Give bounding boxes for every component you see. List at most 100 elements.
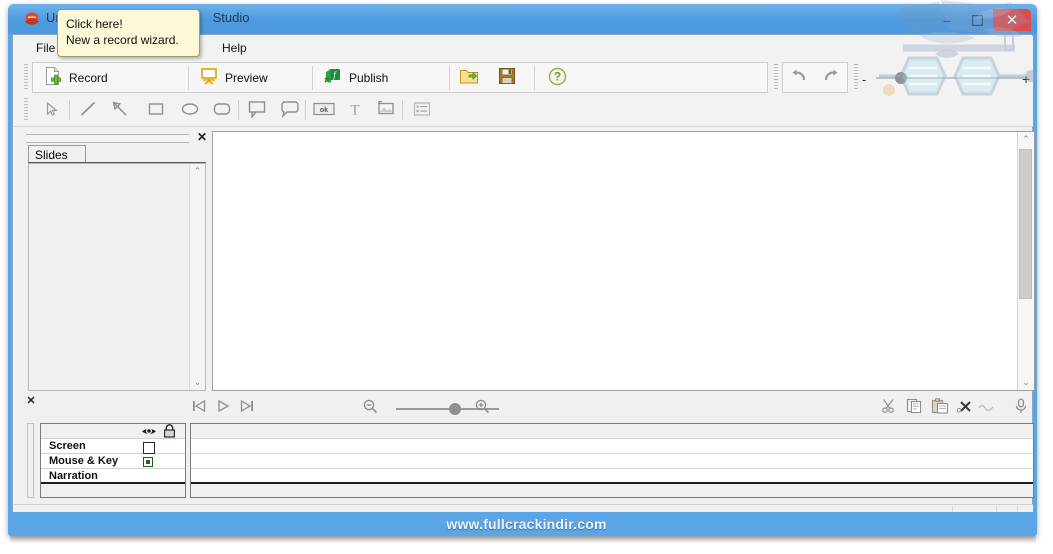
history-group-grip[interactable] [774,64,778,90]
go-to-start-button[interactable] [189,397,209,417]
redo-button[interactable] [815,63,847,92]
timeline-zoom-in-button[interactable] [472,397,492,417]
toolbar-group-history [782,62,848,93]
minimize-icon: – [943,12,951,28]
help-button[interactable]: ? [535,63,579,92]
tool-palette-grip[interactable] [24,98,28,122]
cut-button[interactable] [879,397,899,417]
tooltip-line-1: Click here! [66,17,123,31]
slides-panel-close-button[interactable]: ✕ [196,131,208,143]
zoom-plus-label[interactable]: + [1022,71,1030,87]
record-button[interactable]: Record [33,63,188,92]
text-tool[interactable]: T [343,98,367,122]
timeline-track-narration[interactable]: Narration [41,469,185,484]
slide-canvas[interactable]: ⌃ ⌄ [212,131,1035,391]
timeline-panel: ✕ Screen Mouse & Key Narration [24,395,1034,502]
zoom-out-icon [362,398,378,417]
timeline-close-button[interactable]: ✕ [25,395,37,407]
timeline-lane-narration[interactable] [191,469,1033,484]
timeline-track-screen[interactable]: Screen [41,439,185,454]
tooltip-line-2: New a record wizard. [66,33,179,47]
line-icon [79,100,97,121]
rounded-rect-tool[interactable] [210,98,234,122]
arrow-tool[interactable] [108,98,132,122]
timeline-drag-handle[interactable] [27,423,34,498]
skip-forward-icon [239,399,255,416]
record-audio-button[interactable] [1011,397,1031,417]
list-icon [412,101,432,120]
zoom-minus-label[interactable]: - [862,72,866,87]
slides-panel-drag-handle[interactable] [26,134,189,143]
desktop-background: Un Studio – ✕ File Help Record Preview f… [0,0,1053,554]
slides-tab-label: Slides [35,148,68,162]
slides-scroll-down-button[interactable]: ⌄ [190,375,205,390]
minimize-button[interactable]: – [933,10,961,30]
button-tool[interactable]: ok [312,98,336,122]
save-button[interactable] [488,63,526,92]
record-page-plus-icon [43,66,63,89]
slides-list[interactable]: ⌃ ⌄ [28,163,206,391]
window-title-suffix: Studio [212,10,250,25]
svg-text:T: T [350,102,359,117]
menu-item-help-label: Help [222,41,247,55]
copy-button[interactable] [904,397,926,417]
tool-separator [69,100,70,120]
svg-text:ok: ok [320,107,328,114]
slides-tab[interactable]: Slides [28,145,86,163]
canvas-scroll-thumb[interactable] [1019,149,1032,299]
timeline-track-mousekey-checkbox[interactable] [143,456,153,467]
trim-button[interactable] [976,397,996,417]
canvas-scroll-up-button[interactable]: ⌃ [1018,132,1034,147]
timeline-track-screen-checkbox[interactable] [143,441,155,454]
rectangle-tool[interactable] [144,98,168,122]
ellipse-tool[interactable] [178,98,202,122]
list-tool[interactable] [410,98,434,122]
copy-icon [906,398,925,417]
callout-left-tool[interactable] [245,98,269,122]
zoom-slider-thumb[interactable] [895,72,907,84]
timeline-track-mousekey[interactable]: Mouse & Key [41,454,185,469]
text-t-icon: T [347,101,363,120]
timeline-toolbar [38,395,1034,421]
line-tool[interactable] [76,98,100,122]
easel-preview-icon [199,66,219,89]
open-button[interactable] [450,63,488,92]
toolbar-grip[interactable] [24,64,28,90]
image-tool[interactable] [374,98,398,122]
timeline-lane-screen[interactable] [191,439,1033,454]
paste-button[interactable] [929,397,951,417]
timeline-grid[interactable] [190,423,1034,498]
callout-round-tool[interactable] [277,98,301,122]
go-to-end-button[interactable] [237,397,257,417]
pointer-tool[interactable] [40,98,64,122]
zoom-group-grip[interactable] [854,64,858,90]
menu-item-help[interactable]: Help [214,40,255,57]
close-icon: ✕ [1005,11,1019,29]
timeline-zoom-out-button[interactable] [360,397,380,417]
window-drop-shadow [10,536,1036,544]
slides-scroll-up-button[interactable]: ⌃ [190,164,205,179]
trim-icon [977,399,995,416]
publish-flash-icon: f [323,66,343,89]
canvas-scroll-down-button[interactable]: ⌄ [1018,375,1034,390]
help-question-icon: ? [548,67,567,89]
timeline-ruler[interactable] [191,424,1033,439]
timeline-zoom-thumb[interactable] [449,403,461,415]
menu-item-file-label: File [36,41,56,55]
undo-button[interactable] [783,63,815,92]
canvas-scrollbar[interactable]: ⌃ ⌄ [1017,132,1034,390]
rectangle-icon [147,101,165,120]
preview-button[interactable]: Preview [189,63,312,92]
slides-scrollbar[interactable]: ⌃ ⌄ [189,164,205,390]
timeline-lane-mousekey[interactable] [191,454,1033,469]
close-button[interactable]: ✕ [993,9,1031,31]
maximize-button[interactable] [963,10,991,30]
timeline-track-header [41,424,185,439]
tool-separator [402,100,403,120]
slides-panel: ✕ Slides ⌃ ⌄ [24,131,210,391]
publish-button[interactable]: f Publish [313,63,439,92]
application-window: Un Studio – ✕ File Help Record Preview f… [8,4,1037,536]
eye-icon[interactable] [141,425,157,440]
delete-button[interactable] [954,397,974,417]
play-button[interactable] [213,397,233,417]
